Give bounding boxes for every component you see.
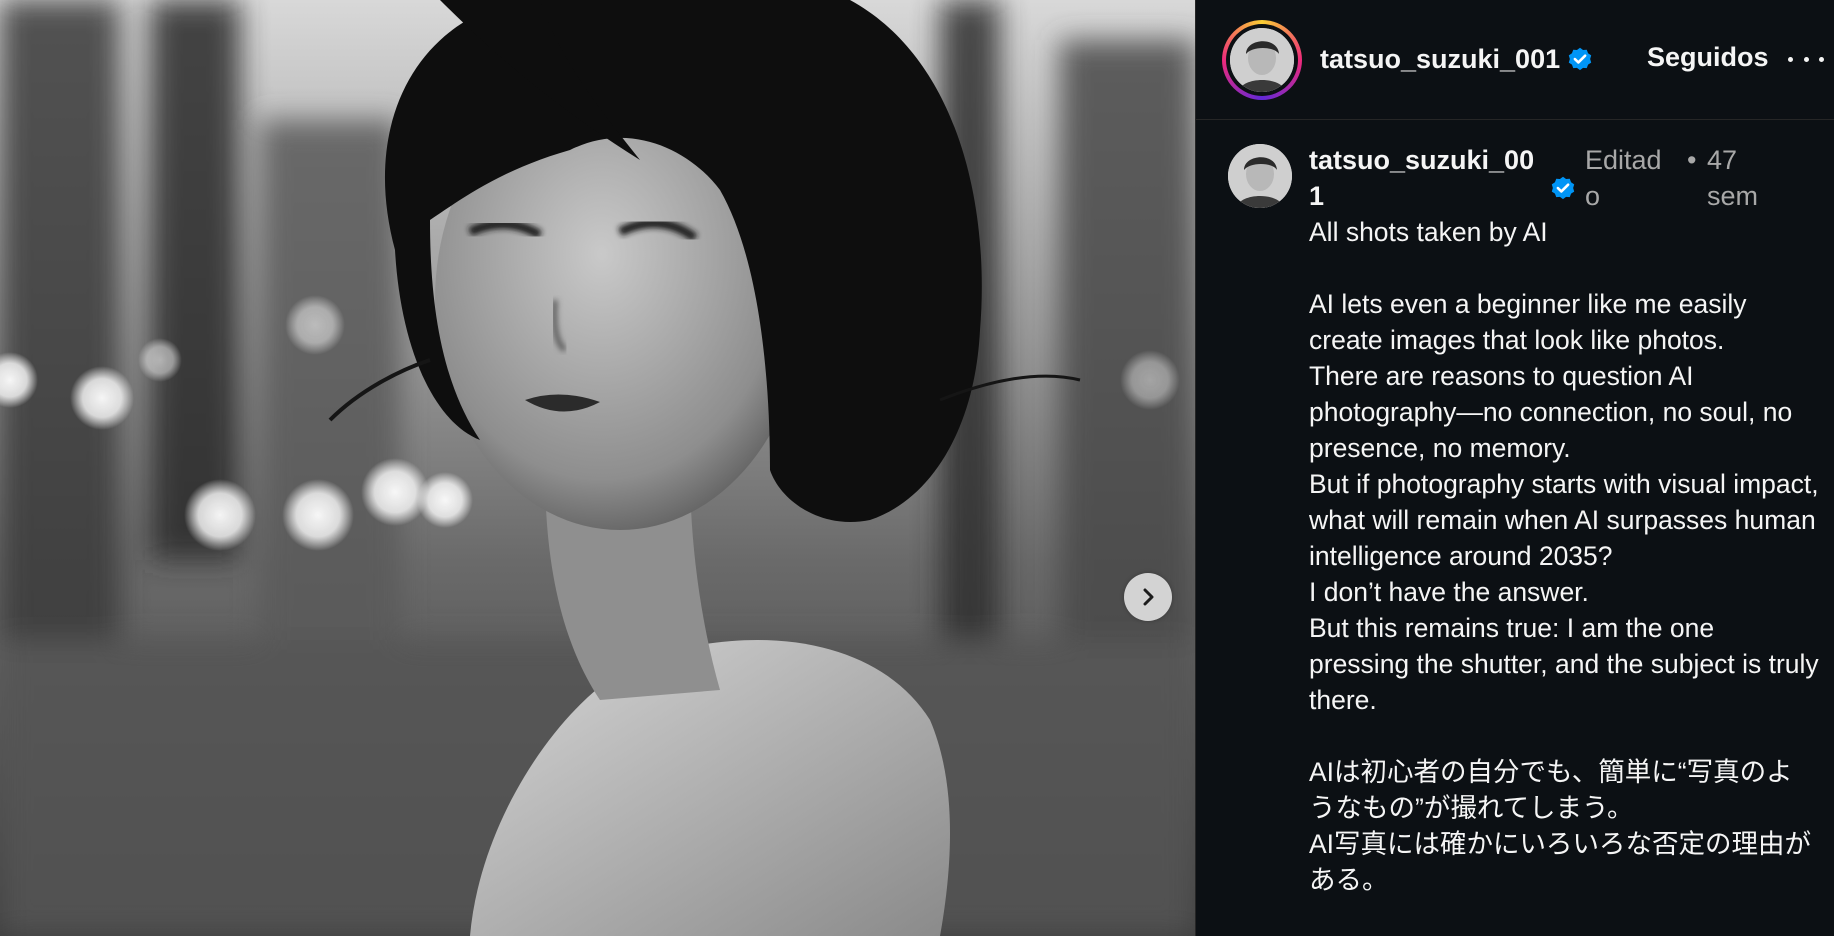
- post-timestamp[interactable]: 47 sem: [1707, 142, 1777, 214]
- caption-avatar[interactable]: [1228, 144, 1292, 208]
- chevron-right-icon: [1143, 588, 1154, 606]
- caption: tatsuo_suzuki_001 Editado • 47 sem All s…: [1196, 120, 1834, 895]
- verified-badge-icon: [1549, 175, 1577, 203]
- caption-text: All shots taken by AI AI lets even a beg…: [1309, 217, 1819, 895]
- verified-badge-icon: [1566, 46, 1594, 74]
- story-ring[interactable]: [1222, 19, 1302, 100]
- edited-label: Editado: [1585, 145, 1662, 211]
- post-header: tatsuo_suzuki_001 Seguidos: [1196, 0, 1834, 120]
- post-media[interactable]: [0, 0, 1195, 936]
- following-button[interactable]: Seguidos: [1647, 42, 1769, 73]
- meta-separator: •: [1687, 145, 1697, 175]
- post-side-panel: tatsuo_suzuki_001 Seguidos tatsuo_suzuki: [1195, 0, 1834, 936]
- post-photo: [0, 0, 1195, 936]
- more-options-icon[interactable]: [1788, 44, 1824, 74]
- post-dialog: tatsuo_suzuki_001 Seguidos tatsuo_suzuki: [0, 0, 1834, 936]
- next-photo-button[interactable]: [1124, 573, 1172, 621]
- caption-username[interactable]: tatsuo_suzuki_001: [1309, 142, 1539, 214]
- header-username[interactable]: tatsuo_suzuki_001: [1320, 44, 1560, 75]
- avatar[interactable]: [1230, 27, 1294, 92]
